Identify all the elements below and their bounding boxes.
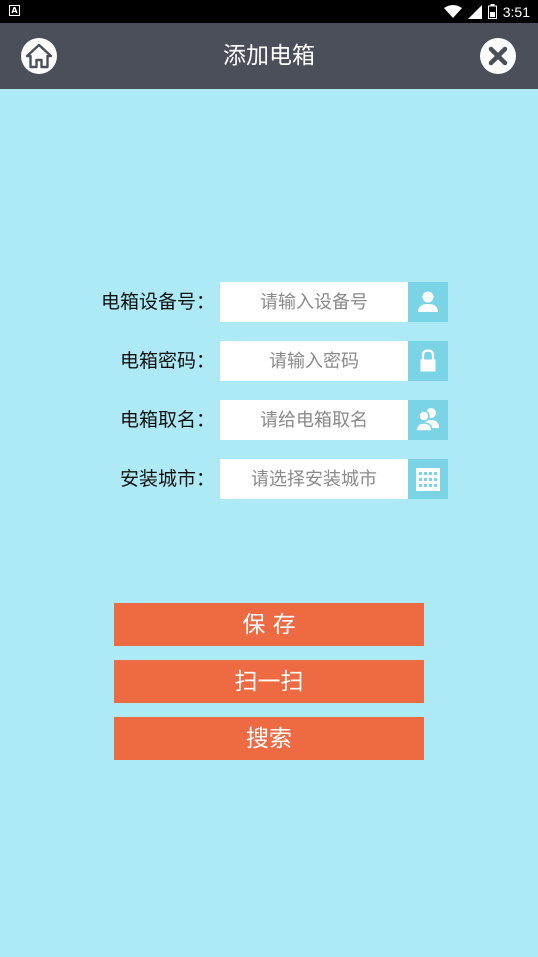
password-label: 电箱密码： (119, 350, 215, 372)
battery-icon (487, 4, 497, 19)
user-icon (418, 291, 438, 312)
password-icon-box (408, 341, 448, 381)
building-icon (416, 468, 440, 491)
name-label: 电箱取名： (119, 409, 215, 431)
password-row: 电箱密码： (0, 341, 538, 381)
name-row: 电箱取名： (0, 400, 538, 440)
scan-button[interactable]: 扫一扫 (114, 660, 424, 703)
signal-icon (467, 4, 482, 19)
title-bar: 添加电箱 (0, 23, 538, 89)
device-number-icon-box (408, 282, 448, 322)
save-button[interactable]: 保 存 (114, 603, 424, 646)
device-number-row: 电箱设备号： (0, 282, 538, 322)
city-row: 安装城市： (0, 459, 538, 499)
close-icon (488, 46, 508, 66)
password-input[interactable] (220, 341, 408, 381)
status-icons: 3:51 (443, 0, 530, 23)
name-icon-box (408, 400, 448, 440)
lock-icon (420, 349, 436, 372)
device-number-label: 电箱设备号： (100, 291, 215, 313)
city-label: 安装城市： (119, 468, 215, 490)
status-bar: A 3:51 (0, 0, 538, 23)
page-title: 添加电箱 (223, 43, 315, 69)
app-notification-icon: A (9, 5, 20, 16)
users-icon (415, 408, 439, 432)
wifi-icon (443, 4, 462, 18)
close-button[interactable] (480, 38, 516, 74)
name-input[interactable] (220, 400, 408, 440)
device-number-input[interactable] (220, 282, 408, 322)
city-icon-box[interactable] (408, 459, 448, 499)
city-input[interactable] (220, 459, 408, 499)
status-time: 3:51 (502, 3, 530, 20)
search-button[interactable]: 搜索 (114, 717, 424, 760)
